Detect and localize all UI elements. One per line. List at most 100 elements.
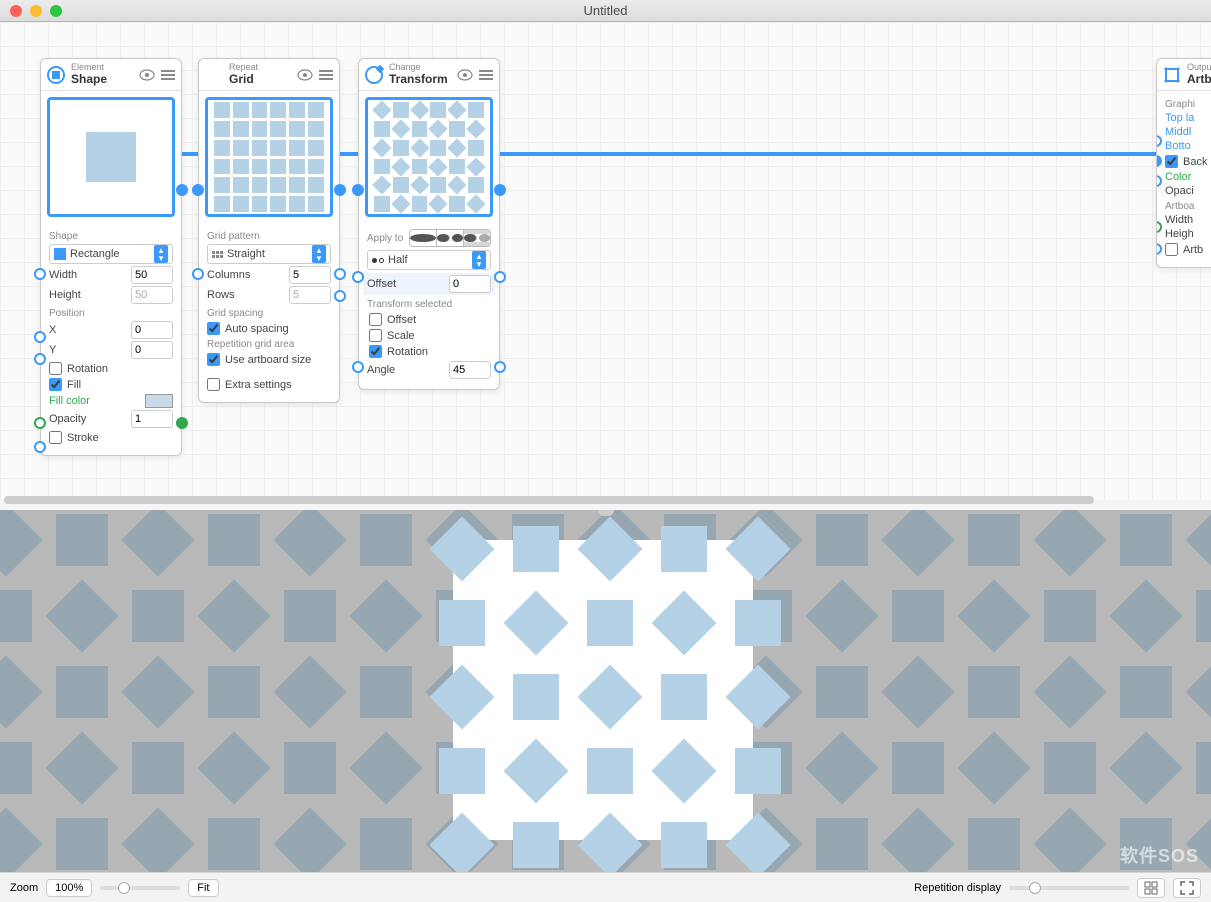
bottom-bar: Zoom 100% Fit Repetition display: [0, 872, 1211, 902]
width-input[interactable]: [131, 266, 173, 284]
label: X: [49, 324, 127, 336]
useartboard-checkbox[interactable]: [207, 353, 220, 366]
node-output[interactable]: Outpu Artb Graphi Top la Middl Botto Bac…: [1156, 58, 1211, 268]
label: Graphi: [1165, 99, 1211, 110]
label: Back: [1183, 156, 1207, 168]
output-port[interactable]: [176, 417, 188, 429]
horizontal-scrollbar[interactable]: [4, 496, 1207, 504]
node-canvas[interactable]: Element Shape Shape Rectangle ▴▾ Width H…: [0, 22, 1211, 500]
extra-checkbox[interactable]: [207, 378, 220, 391]
label: Artboa: [1165, 201, 1211, 212]
artboard-node-icon: [1163, 66, 1181, 84]
rows-input[interactable]: [289, 286, 331, 304]
input-port[interactable]: [34, 417, 46, 429]
output-port[interactable]: [334, 184, 346, 196]
repetition-label: Repetition display: [914, 882, 1001, 894]
label: Botto: [1165, 140, 1191, 152]
label: Artb: [1183, 244, 1203, 256]
label: Fill color: [49, 395, 141, 407]
zoom-slider[interactable]: [100, 886, 180, 890]
input-port[interactable]: [1156, 135, 1162, 147]
menu-icon[interactable]: [319, 70, 333, 80]
fill-checkbox[interactable]: [49, 378, 62, 391]
input-port[interactable]: [1156, 221, 1162, 233]
repetition-slider[interactable]: [1009, 886, 1129, 890]
input-port[interactable]: [1156, 155, 1162, 167]
input-port[interactable]: [1156, 175, 1162, 187]
node-preview: [205, 97, 333, 217]
input-port[interactable]: [34, 441, 46, 453]
transform-node-icon: [365, 66, 383, 84]
artb-checkbox[interactable]: [1165, 243, 1178, 256]
input-port[interactable]: [352, 361, 364, 373]
label: Position: [49, 308, 173, 319]
node-shape[interactable]: Element Shape Shape Rectangle ▴▾ Width H…: [40, 58, 182, 456]
preview-pane[interactable]: [0, 510, 1211, 872]
visibility-icon[interactable]: [139, 69, 155, 81]
zoom-label: Zoom: [10, 882, 38, 894]
label: Opacity: [49, 413, 127, 425]
node-title: Transform: [389, 73, 448, 86]
back-checkbox[interactable]: [1165, 155, 1178, 168]
output-port[interactable]: [494, 271, 506, 283]
label: Top la: [1165, 112, 1194, 124]
zoom-value[interactable]: 100%: [46, 879, 92, 897]
node-preview: [365, 97, 493, 217]
input-port[interactable]: [192, 268, 204, 280]
shape-select[interactable]: Rectangle ▴▾: [49, 244, 173, 264]
input-port[interactable]: [192, 184, 204, 196]
label: Shape: [49, 231, 173, 242]
label: Rotation: [67, 363, 108, 375]
t-scale-checkbox[interactable]: [369, 329, 382, 342]
pattern-select[interactable]: Straight ▴▾: [207, 244, 331, 264]
node-transform[interactable]: Change Transform Apply to: [358, 58, 500, 390]
autospacing-checkbox[interactable]: [207, 322, 220, 335]
rotation-checkbox[interactable]: [49, 362, 62, 375]
x-input[interactable]: [131, 321, 173, 339]
applyto-select[interactable]: Half ▴▾: [367, 250, 491, 270]
fit-button[interactable]: Fit: [188, 879, 218, 897]
label: Offset: [387, 314, 416, 326]
fillcolor-swatch[interactable]: [145, 394, 173, 408]
output-port[interactable]: [494, 361, 506, 373]
label: Height: [49, 289, 127, 301]
node-title: Artb: [1187, 73, 1211, 86]
label: Repetition grid area: [207, 339, 331, 350]
label: Stroke: [67, 432, 99, 444]
input-port[interactable]: [352, 184, 364, 196]
fullscreen-icon[interactable]: [1173, 878, 1201, 898]
menu-icon[interactable]: [161, 70, 175, 80]
input-port[interactable]: [1156, 243, 1162, 255]
visibility-icon[interactable]: [457, 69, 473, 81]
angle-input[interactable]: [449, 361, 491, 379]
output-port[interactable]: [334, 268, 346, 280]
height-input[interactable]: [131, 286, 173, 304]
opacity-input[interactable]: [131, 410, 173, 428]
y-input[interactable]: [131, 341, 173, 359]
shape-node-icon: [47, 66, 65, 84]
t-offset-checkbox[interactable]: [369, 313, 382, 326]
output-port[interactable]: [494, 184, 506, 196]
grid-view-icon[interactable]: [1137, 878, 1165, 898]
node-preview: [47, 97, 175, 217]
label: Y: [49, 344, 127, 356]
menu-icon[interactable]: [479, 70, 493, 80]
t-rotation-checkbox[interactable]: [369, 345, 382, 358]
input-port[interactable]: [34, 353, 46, 365]
input-port[interactable]: [352, 271, 364, 283]
label: Angle: [367, 364, 445, 376]
label: Width: [1165, 214, 1211, 226]
input-port[interactable]: [34, 268, 46, 280]
stroke-checkbox[interactable]: [49, 431, 62, 444]
applyto-segmented[interactable]: [409, 229, 491, 247]
offset-input[interactable]: [449, 275, 491, 293]
output-port[interactable]: [334, 290, 346, 302]
visibility-icon[interactable]: [297, 69, 313, 81]
label: Fill: [67, 379, 81, 391]
node-grid[interactable]: Repeat Grid Grid pattern: [198, 58, 340, 403]
input-port[interactable]: [34, 331, 46, 343]
label: Extra settings: [225, 379, 292, 391]
columns-input[interactable]: [289, 266, 331, 284]
titlebar: Untitled: [0, 0, 1211, 22]
output-port[interactable]: [176, 184, 188, 196]
